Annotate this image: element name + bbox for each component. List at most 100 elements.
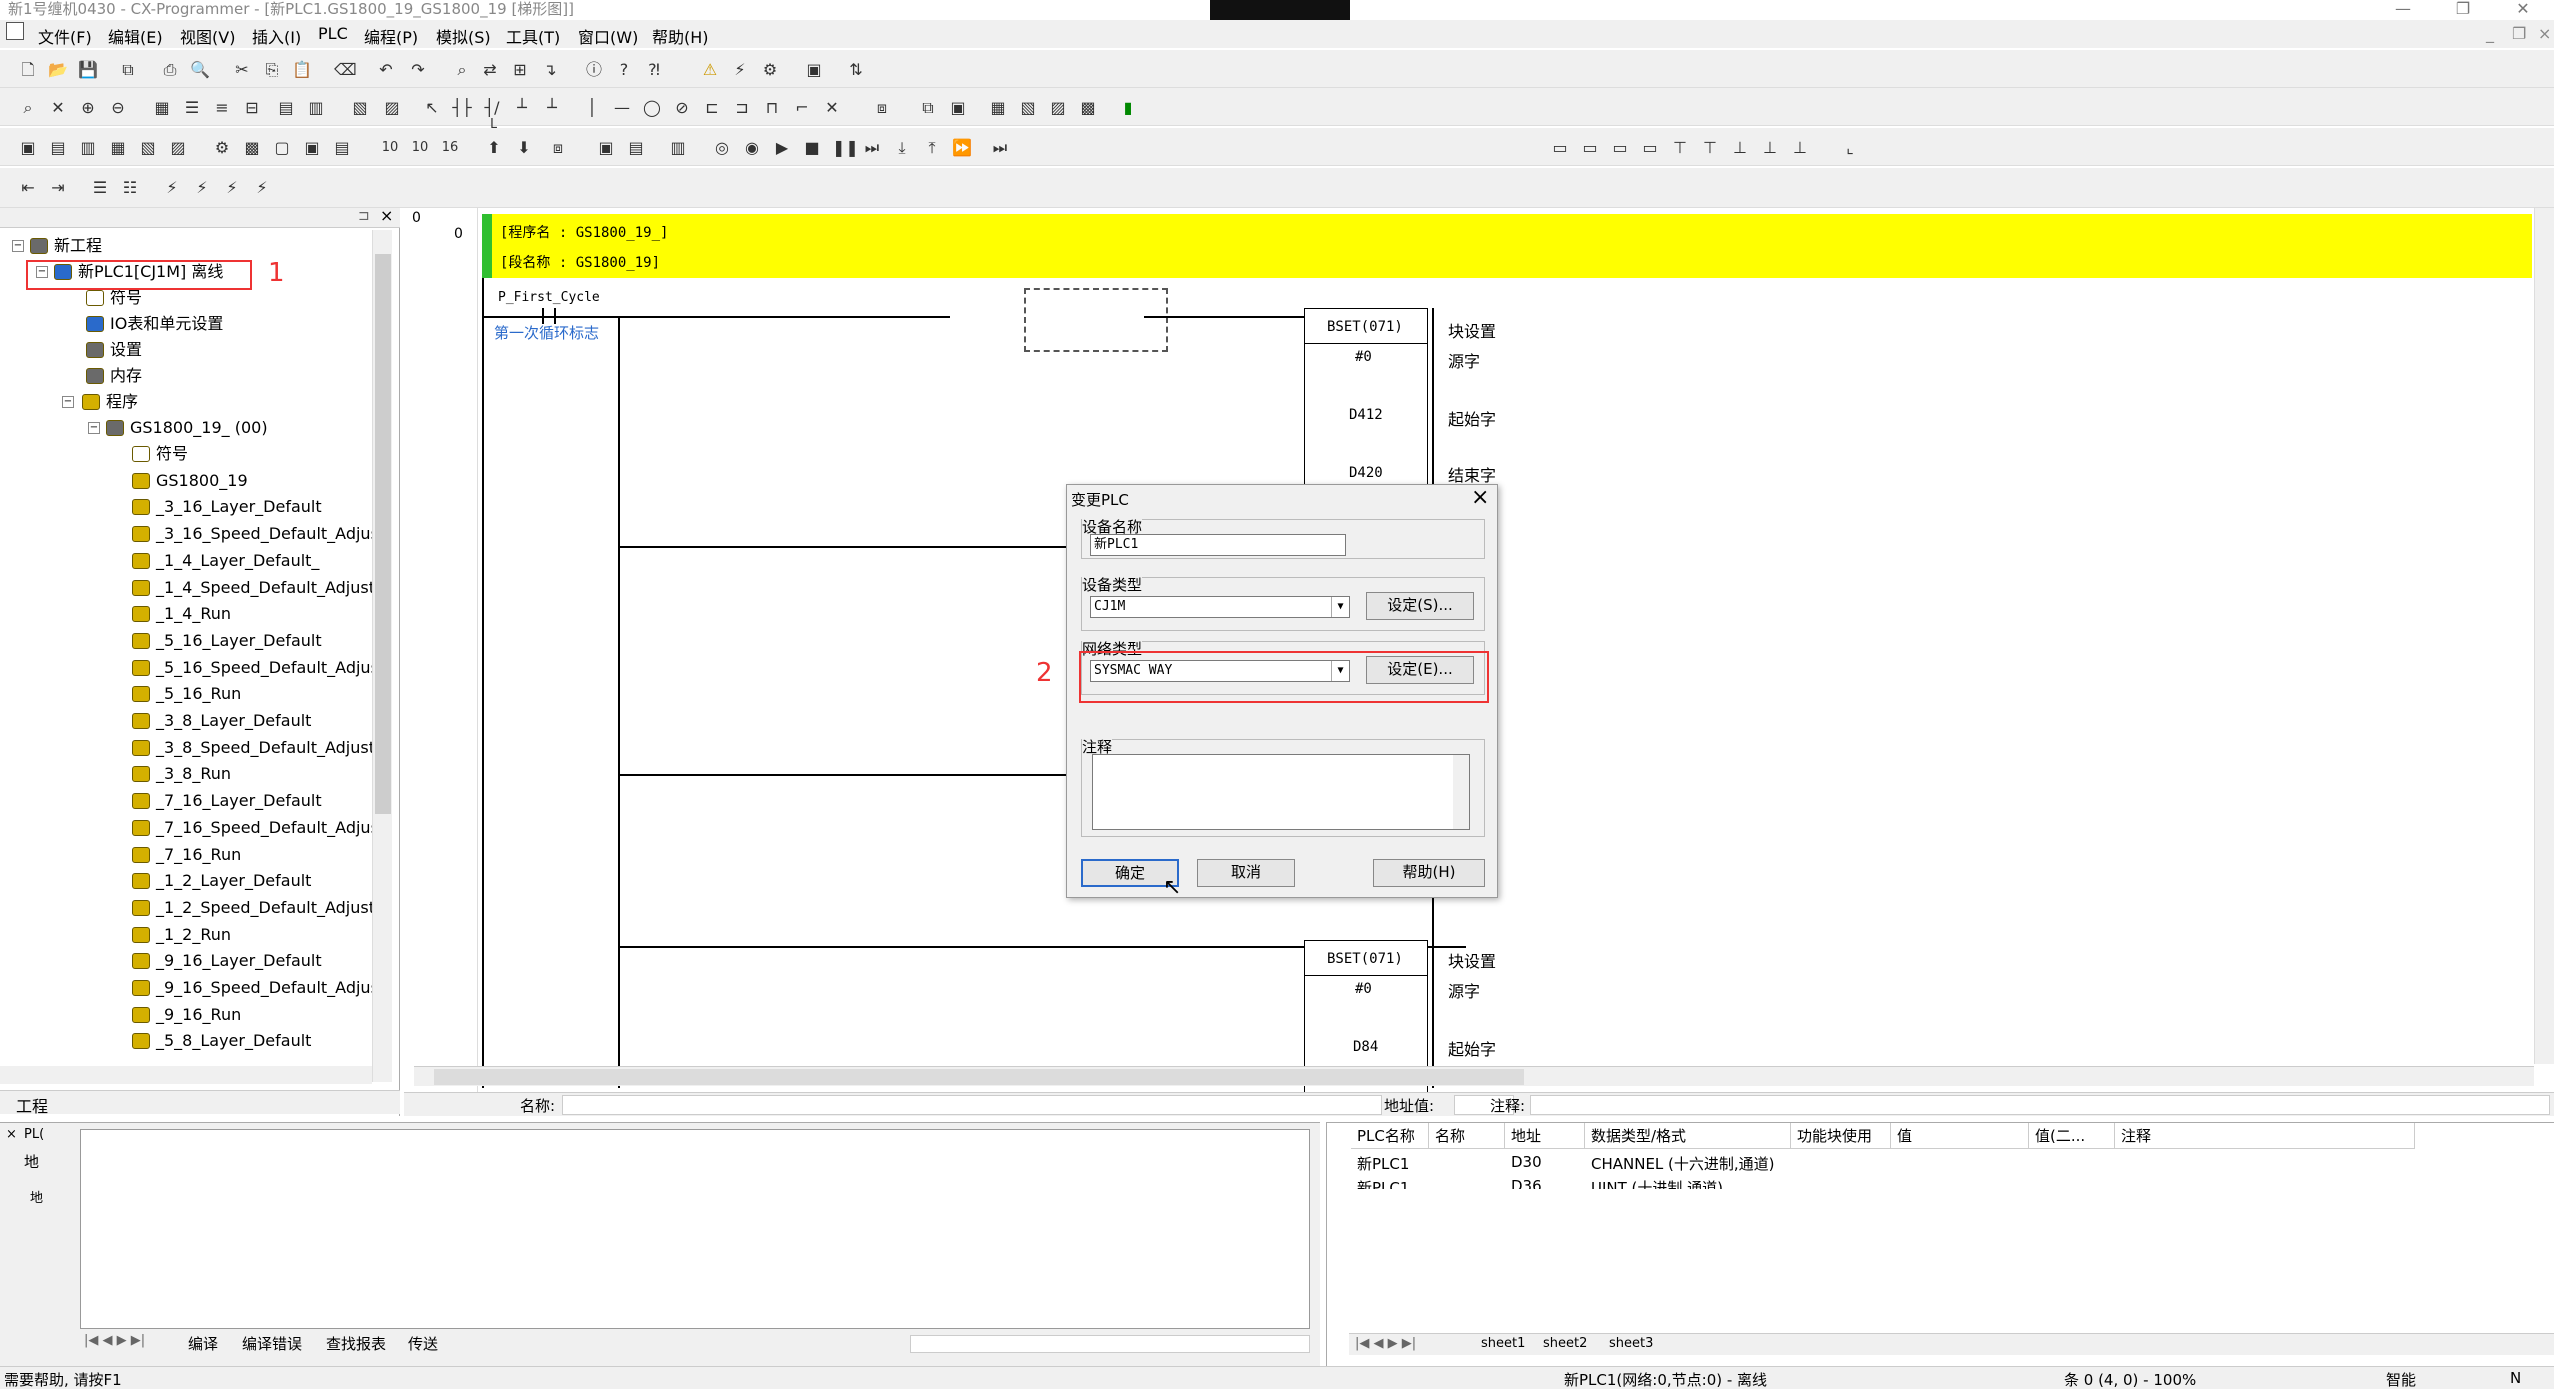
instr-icon[interactable]: ⊏	[702, 98, 722, 118]
align-2-icon[interactable]: ▭	[1580, 138, 1600, 158]
tab-nav-icon[interactable]: |◀ ◀ ▶ ▶|	[84, 1333, 145, 1348]
io-table-icon[interactable]: ▨	[382, 98, 402, 118]
tree-expander-programs[interactable]: −	[62, 396, 74, 408]
replace-icon[interactable]: ⇄	[480, 60, 500, 80]
forcing-on-icon[interactable]: ⚡	[192, 178, 212, 198]
view-7-icon[interactable]: ⚙	[212, 138, 232, 158]
tree-section-item[interactable]: _9_16_Speed_Default_Adjus	[132, 976, 379, 1000]
help-button[interactable]: 帮助(H)	[1373, 859, 1485, 887]
forcing-off-icon[interactable]: ⚡	[222, 178, 242, 198]
menu-program[interactable]: 编程(P)	[364, 24, 418, 48]
contact-operand[interactable]: P_First_Cycle	[498, 290, 600, 305]
view-3-icon[interactable]: ▥	[78, 138, 98, 158]
instr2-icon[interactable]: ⊐	[732, 98, 752, 118]
line-connect-icon[interactable]: ⌐	[792, 98, 812, 118]
help-icon[interactable]: ?	[614, 60, 634, 80]
watch-col-header[interactable]: 值	[1891, 1123, 2029, 1149]
fast-forward-icon[interactable]: ⏩	[952, 138, 972, 158]
open-icon[interactable]: 📂	[48, 60, 68, 80]
online-edit-icon[interactable]: ⧈	[548, 138, 568, 158]
find-icon[interactable]: ⌕	[452, 60, 472, 80]
cancel-button[interactable]: 取消	[1197, 859, 1295, 887]
align-3-icon[interactable]: ▭	[1610, 138, 1630, 158]
watch-row[interactable]: 新PLC1 D30 CHANNEL (十六进制,通道)	[1351, 1151, 2551, 1175]
num-16-icon[interactable]: 16	[440, 138, 460, 158]
tree-root[interactable]: 新工程	[30, 234, 102, 258]
coil-icon[interactable]: ◯	[642, 98, 662, 118]
upload-icon[interactable]: ⬆	[484, 138, 504, 158]
output-close-icon[interactable]: ×	[6, 1127, 17, 1142]
contact-or-icon[interactable]: ┴	[512, 98, 532, 118]
tree-section-item[interactable]: _7_16_Layer_Default	[132, 789, 322, 813]
eraser-icon[interactable]: ✕	[822, 98, 842, 118]
num-10-icon[interactable]: 10	[380, 138, 400, 158]
device-type-settings-button[interactable]: 设定(S)...	[1366, 592, 1474, 620]
view-1-icon[interactable]: ▣	[18, 138, 38, 158]
tree-scrollbar-thumb[interactable]	[375, 254, 391, 814]
tree-section-item[interactable]: _5_8_Layer_Default	[132, 1029, 311, 1053]
comment-scrollbar[interactable]	[1453, 755, 1469, 829]
list-icon[interactable]: ≡	[212, 98, 232, 118]
contact-symbol[interactable]	[542, 308, 544, 324]
chevron-down-icon[interactable]: ▼	[1331, 597, 1349, 617]
forcing-icon[interactable]: ⚡	[162, 178, 182, 198]
forcing-cancel-icon[interactable]: ⚡	[252, 178, 272, 198]
transfer-icon[interactable]: ⇅	[846, 60, 866, 80]
copy-icon[interactable]: ⎘	[262, 60, 282, 80]
align-5-icon[interactable]: ⊤	[1670, 138, 1690, 158]
tree-section-item[interactable]: _3_16_Layer_Default	[132, 495, 322, 519]
tree-io-table[interactable]: IO表和单元设置	[86, 312, 223, 336]
vline-icon[interactable]: │	[582, 98, 602, 118]
properties-icon[interactable]: ⓘ	[584, 60, 604, 80]
instr1-op2[interactable]: D412	[1349, 407, 1383, 423]
tree-section-item[interactable]: GS1800_19	[132, 469, 248, 493]
tool-g-icon[interactable]: ▩	[1078, 98, 1098, 118]
cross-ref-icon[interactable]: ⊞	[510, 60, 530, 80]
tree-expander-task[interactable]: −	[88, 422, 100, 434]
tool-a-icon[interactable]: ⧈	[872, 98, 892, 118]
mdi-restore-icon[interactable]: ❐	[2512, 24, 2526, 43]
ladder-hscrollbar-thumb[interactable]	[434, 1069, 1524, 1085]
tab-transfer[interactable]: 传送	[408, 1333, 438, 1354]
warning-icon[interactable]: ⚠	[700, 60, 720, 80]
tree-section-item[interactable]: _1_2_Speed_Default_Adjust	[132, 896, 375, 920]
menu-tools[interactable]: 工具(T)	[506, 24, 560, 48]
menu-file[interactable]: 文件(F)	[38, 24, 92, 48]
play-icon[interactable]: ▶	[772, 138, 792, 158]
pause-icon[interactable]: ❚❚	[832, 138, 859, 158]
menu-insert[interactable]: 插入(I)	[252, 24, 301, 48]
download-icon[interactable]: ⬇	[514, 138, 534, 158]
device-type-select[interactable]: CJ1M ▼	[1090, 596, 1350, 618]
select-icon[interactable]: ↖	[422, 98, 442, 118]
menu-edit[interactable]: 编辑(E)	[108, 24, 163, 48]
tree-section-item[interactable]: _1_4_Run	[132, 602, 231, 626]
contact-or-nc-icon[interactable]: ┴	[542, 98, 562, 118]
menu-simulate[interactable]: 模拟(S)	[436, 24, 491, 48]
name-field[interactable]	[562, 1095, 1382, 1115]
end-icon[interactable]: ⏭	[990, 138, 1010, 158]
view-9-icon[interactable]: ▢	[272, 138, 292, 158]
tree-section-item[interactable]: _1_2_Layer_Default	[132, 869, 311, 893]
menu-help[interactable]: 帮助(H)	[652, 24, 709, 48]
tree-section-item[interactable]: 符号	[132, 442, 188, 466]
zoom-in-icon[interactable]: ⊕	[78, 98, 98, 118]
comment-icon[interactable]: ☰	[182, 98, 202, 118]
tree-section-item[interactable]: _5_16_Speed_Default_Adjus	[132, 656, 379, 680]
align-4-icon[interactable]: ▭	[1640, 138, 1660, 158]
dialog-comment-textarea[interactable]	[1092, 754, 1470, 830]
stop-icon[interactable]: ■	[802, 138, 822, 158]
step-out-icon[interactable]: ⤒	[922, 138, 942, 158]
tool-b-icon[interactable]: ⧉	[918, 98, 938, 118]
align-6-icon[interactable]: ⊤	[1700, 138, 1720, 158]
tool-f-icon[interactable]: ▨	[1048, 98, 1068, 118]
close-icon[interactable]: ✕	[2500, 0, 2546, 20]
delete-icon[interactable]: ⌫	[334, 60, 357, 80]
chart-icon[interactable]: ▧	[350, 98, 370, 118]
monitor-icon[interactable]: ⚙	[760, 60, 780, 80]
list-a-icon[interactable]: ☰	[90, 178, 110, 198]
paste-icon[interactable]: 📋	[292, 60, 312, 80]
ladder-hscrollbar[interactable]	[414, 1066, 2534, 1086]
tree-scrollbar[interactable]	[372, 230, 392, 1082]
view-4-icon[interactable]: ▦	[108, 138, 128, 158]
dline-icon[interactable]: ⊓	[762, 98, 782, 118]
